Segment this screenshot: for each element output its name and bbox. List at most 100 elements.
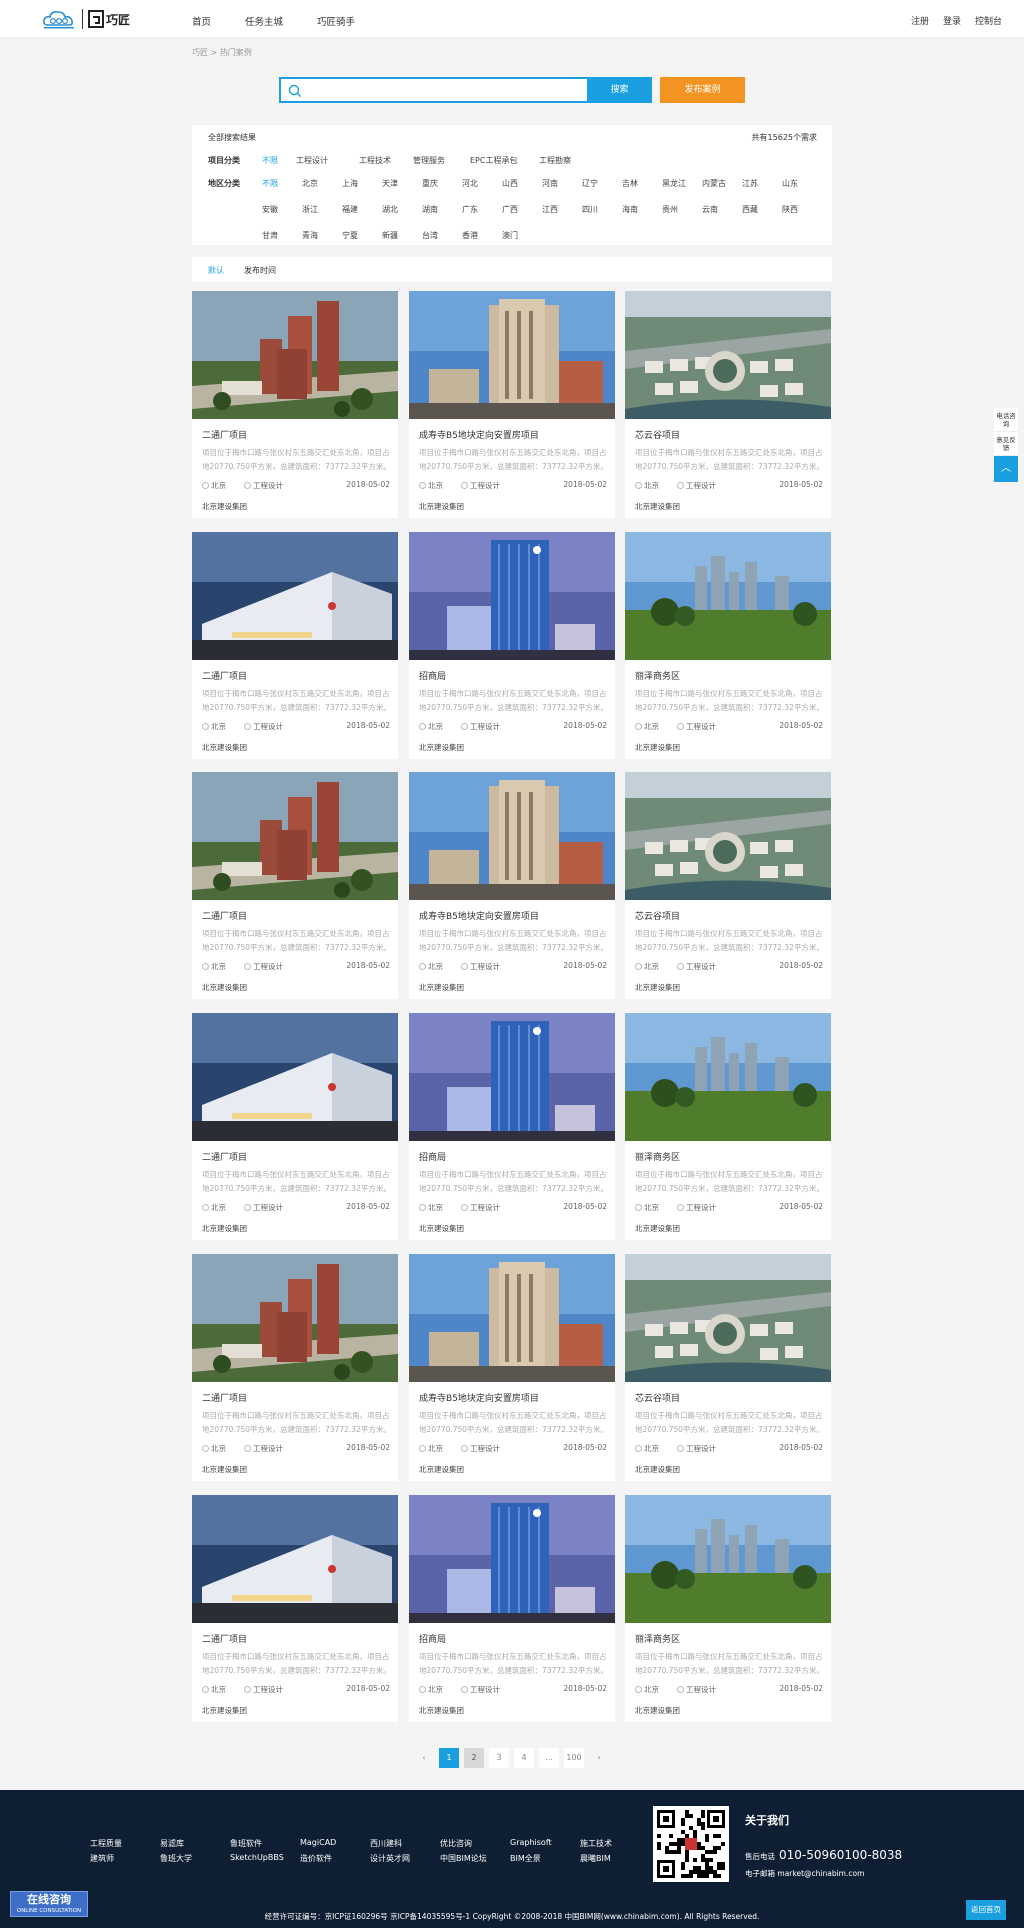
login-link[interactable]: 登录 [943,14,961,27]
feedback-button[interactable]: 意见反馈 [994,432,1018,456]
region-option[interactable]: 不限 [262,178,278,189]
case-image[interactable] [192,532,398,660]
prev-page-button[interactable]: ‹ [414,1748,434,1768]
case-image[interactable] [625,1013,831,1141]
footer-link[interactable]: 鲁班软件 [230,1838,262,1849]
footer-link[interactable]: 易滤库 [160,1838,184,1849]
region-option[interactable]: 安徽 [262,204,278,215]
case-image[interactable] [625,291,831,419]
case-card[interactable]: 二通厂项目 项目位于梅市口路与张仪村东五路交汇处东北角，项目占地20770.750… [192,1013,398,1240]
region-option[interactable]: 云南 [702,204,718,215]
region-option[interactable]: 内蒙古 [702,178,726,189]
region-option[interactable]: 河北 [462,178,478,189]
page-button[interactable]: 4 [514,1748,534,1768]
region-option[interactable]: 山东 [782,178,798,189]
region-option[interactable]: 山西 [502,178,518,189]
case-card[interactable]: 招商局 项目位于梅市口路与张仪村东五路交汇处东北角，项目占地20770.750平方… [409,532,615,759]
case-image[interactable] [625,1495,831,1623]
phone-consult-button[interactable]: 电话咨询 [994,408,1018,432]
footer-link[interactable]: 造价软件 [300,1853,332,1864]
case-image[interactable] [409,772,615,900]
footer-link[interactable]: Graphisoft [510,1838,552,1847]
case-title[interactable]: 芯云谷项目 [635,1391,680,1404]
case-image[interactable] [192,1495,398,1623]
footer-link[interactable]: BIM全景 [510,1853,541,1864]
case-card[interactable]: 芯云谷项目 项目位于梅市口路与张仪村东五路交汇处东北角，项目占地20770.750… [625,772,831,999]
region-option[interactable]: 西藏 [742,204,758,215]
case-title[interactable]: 成寿寺B5地块定向安置房项目 [419,909,539,922]
case-card[interactable]: 成寿寺B5地块定向安置房项目 项目位于梅市口路与张仪村东五路交汇处东北角，项目占地… [409,772,615,999]
footer-link[interactable]: MagiCAD [300,1838,336,1847]
nav-item-home[interactable]: 首页 [192,14,211,28]
region-option[interactable]: 福建 [342,204,358,215]
case-image[interactable] [625,772,831,900]
case-title[interactable]: 招商局 [419,1150,446,1163]
region-option[interactable]: 重庆 [422,178,438,189]
case-title[interactable]: 二通厂项目 [202,1632,247,1645]
footer-link[interactable]: 西川建科 [370,1838,402,1849]
back-home-button[interactable]: 返回首页 [966,1900,1006,1920]
case-card[interactable]: 二通厂项目 项目位于梅市口路与张仪村东五路交汇处东北角，项目占地20770.750… [192,1495,398,1722]
case-image[interactable] [409,291,615,419]
case-card[interactable]: 丽泽商务区 项目位于梅市口路与张仪村东五路交汇处东北角，项目占地20770.750… [625,1013,831,1240]
project-option[interactable]: 工程设计 [296,155,328,166]
region-option[interactable]: 澳门 [502,230,518,241]
case-card[interactable]: 丽泽商务区 项目位于梅市口路与张仪村东五路交汇处东北角，项目占地20770.750… [625,1495,831,1722]
console-link[interactable]: 控制台 [975,14,1002,27]
search-button[interactable]: 搜索 [587,77,652,103]
site-logo[interactable]: 巧匠 [42,7,132,31]
case-card[interactable]: 二通厂项目 项目位于梅市口路与张仪村东五路交汇处东北角，项目占地20770.750… [192,1254,398,1481]
region-option[interactable]: 吉林 [622,178,638,189]
region-option[interactable]: 黑龙江 [662,178,686,189]
case-card[interactable]: 芯云谷项目 项目位于梅市口路与张仪村东五路交汇处东北角，项目占地20770.750… [625,1254,831,1481]
case-image[interactable] [409,1254,615,1382]
footer-link[interactable]: 优比咨询 [440,1838,472,1849]
page-button[interactable]: 3 [489,1748,509,1768]
region-option[interactable]: 新疆 [382,230,398,241]
case-image[interactable] [409,1495,615,1623]
case-title[interactable]: 二通厂项目 [202,1391,247,1404]
case-card[interactable]: 招商局 项目位于梅市口路与张仪村东五路交汇处东北角，项目占地20770.750平方… [409,1495,615,1722]
region-option[interactable]: 江西 [542,204,558,215]
footer-link[interactable]: 设计英才网 [370,1853,410,1864]
region-option[interactable]: 天津 [382,178,398,189]
register-link[interactable]: 注册 [911,14,929,27]
region-option[interactable]: 贵州 [662,204,678,215]
footer-link[interactable]: SketchUpBBS [230,1853,284,1862]
back-to-top-button[interactable]: ︿ [994,456,1018,482]
case-title[interactable]: 丽泽商务区 [635,1150,680,1163]
case-title[interactable]: 二通厂项目 [202,909,247,922]
case-card[interactable]: 成寿寺B5地块定向安置房项目 项目位于梅市口路与张仪村东五路交汇处东北角，项目占地… [409,291,615,518]
case-title[interactable]: 芯云谷项目 [635,428,680,441]
case-title[interactable]: 芯云谷项目 [635,909,680,922]
case-card[interactable]: 二通厂项目 项目位于梅市口路与张仪村东五路交汇处东北角，项目占地20770.750… [192,291,398,518]
search-input[interactable] [279,77,589,103]
footer-link[interactable]: 中国BIM论坛 [440,1853,487,1864]
project-option[interactable]: 工程勘察 [539,155,571,166]
region-option[interactable]: 海南 [622,204,638,215]
region-option[interactable]: 青海 [302,230,318,241]
case-image[interactable] [192,291,398,419]
case-card[interactable]: 芯云谷项目 项目位于梅市口路与张仪村东五路交汇处东北角，项目占地20770.750… [625,291,831,518]
sort-default-tab[interactable]: 默认 [208,265,224,276]
case-image[interactable] [409,1013,615,1141]
region-option[interactable]: 台湾 [422,230,438,241]
case-image[interactable] [625,1254,831,1382]
case-title[interactable]: 二通厂项目 [202,669,247,682]
case-title[interactable]: 二通厂项目 [202,428,247,441]
case-title[interactable]: 成寿寺B5地块定向安置房项目 [419,428,539,441]
region-option[interactable]: 广东 [462,204,478,215]
region-option[interactable]: 北京 [302,178,318,189]
case-image[interactable] [625,532,831,660]
case-title[interactable]: 招商局 [419,1632,446,1645]
email-address[interactable]: market@chinabim.com [777,1869,864,1878]
region-option[interactable]: 河南 [542,178,558,189]
case-image[interactable] [409,532,615,660]
region-option[interactable]: 甘肃 [262,230,278,241]
case-image[interactable] [192,1013,398,1141]
region-option[interactable]: 湖南 [422,204,438,215]
footer-link[interactable]: 晨曦BIM [580,1853,611,1864]
region-option[interactable]: 江苏 [742,178,758,189]
region-option[interactable]: 上海 [342,178,358,189]
footer-link[interactable]: 工程质量 [90,1838,122,1849]
